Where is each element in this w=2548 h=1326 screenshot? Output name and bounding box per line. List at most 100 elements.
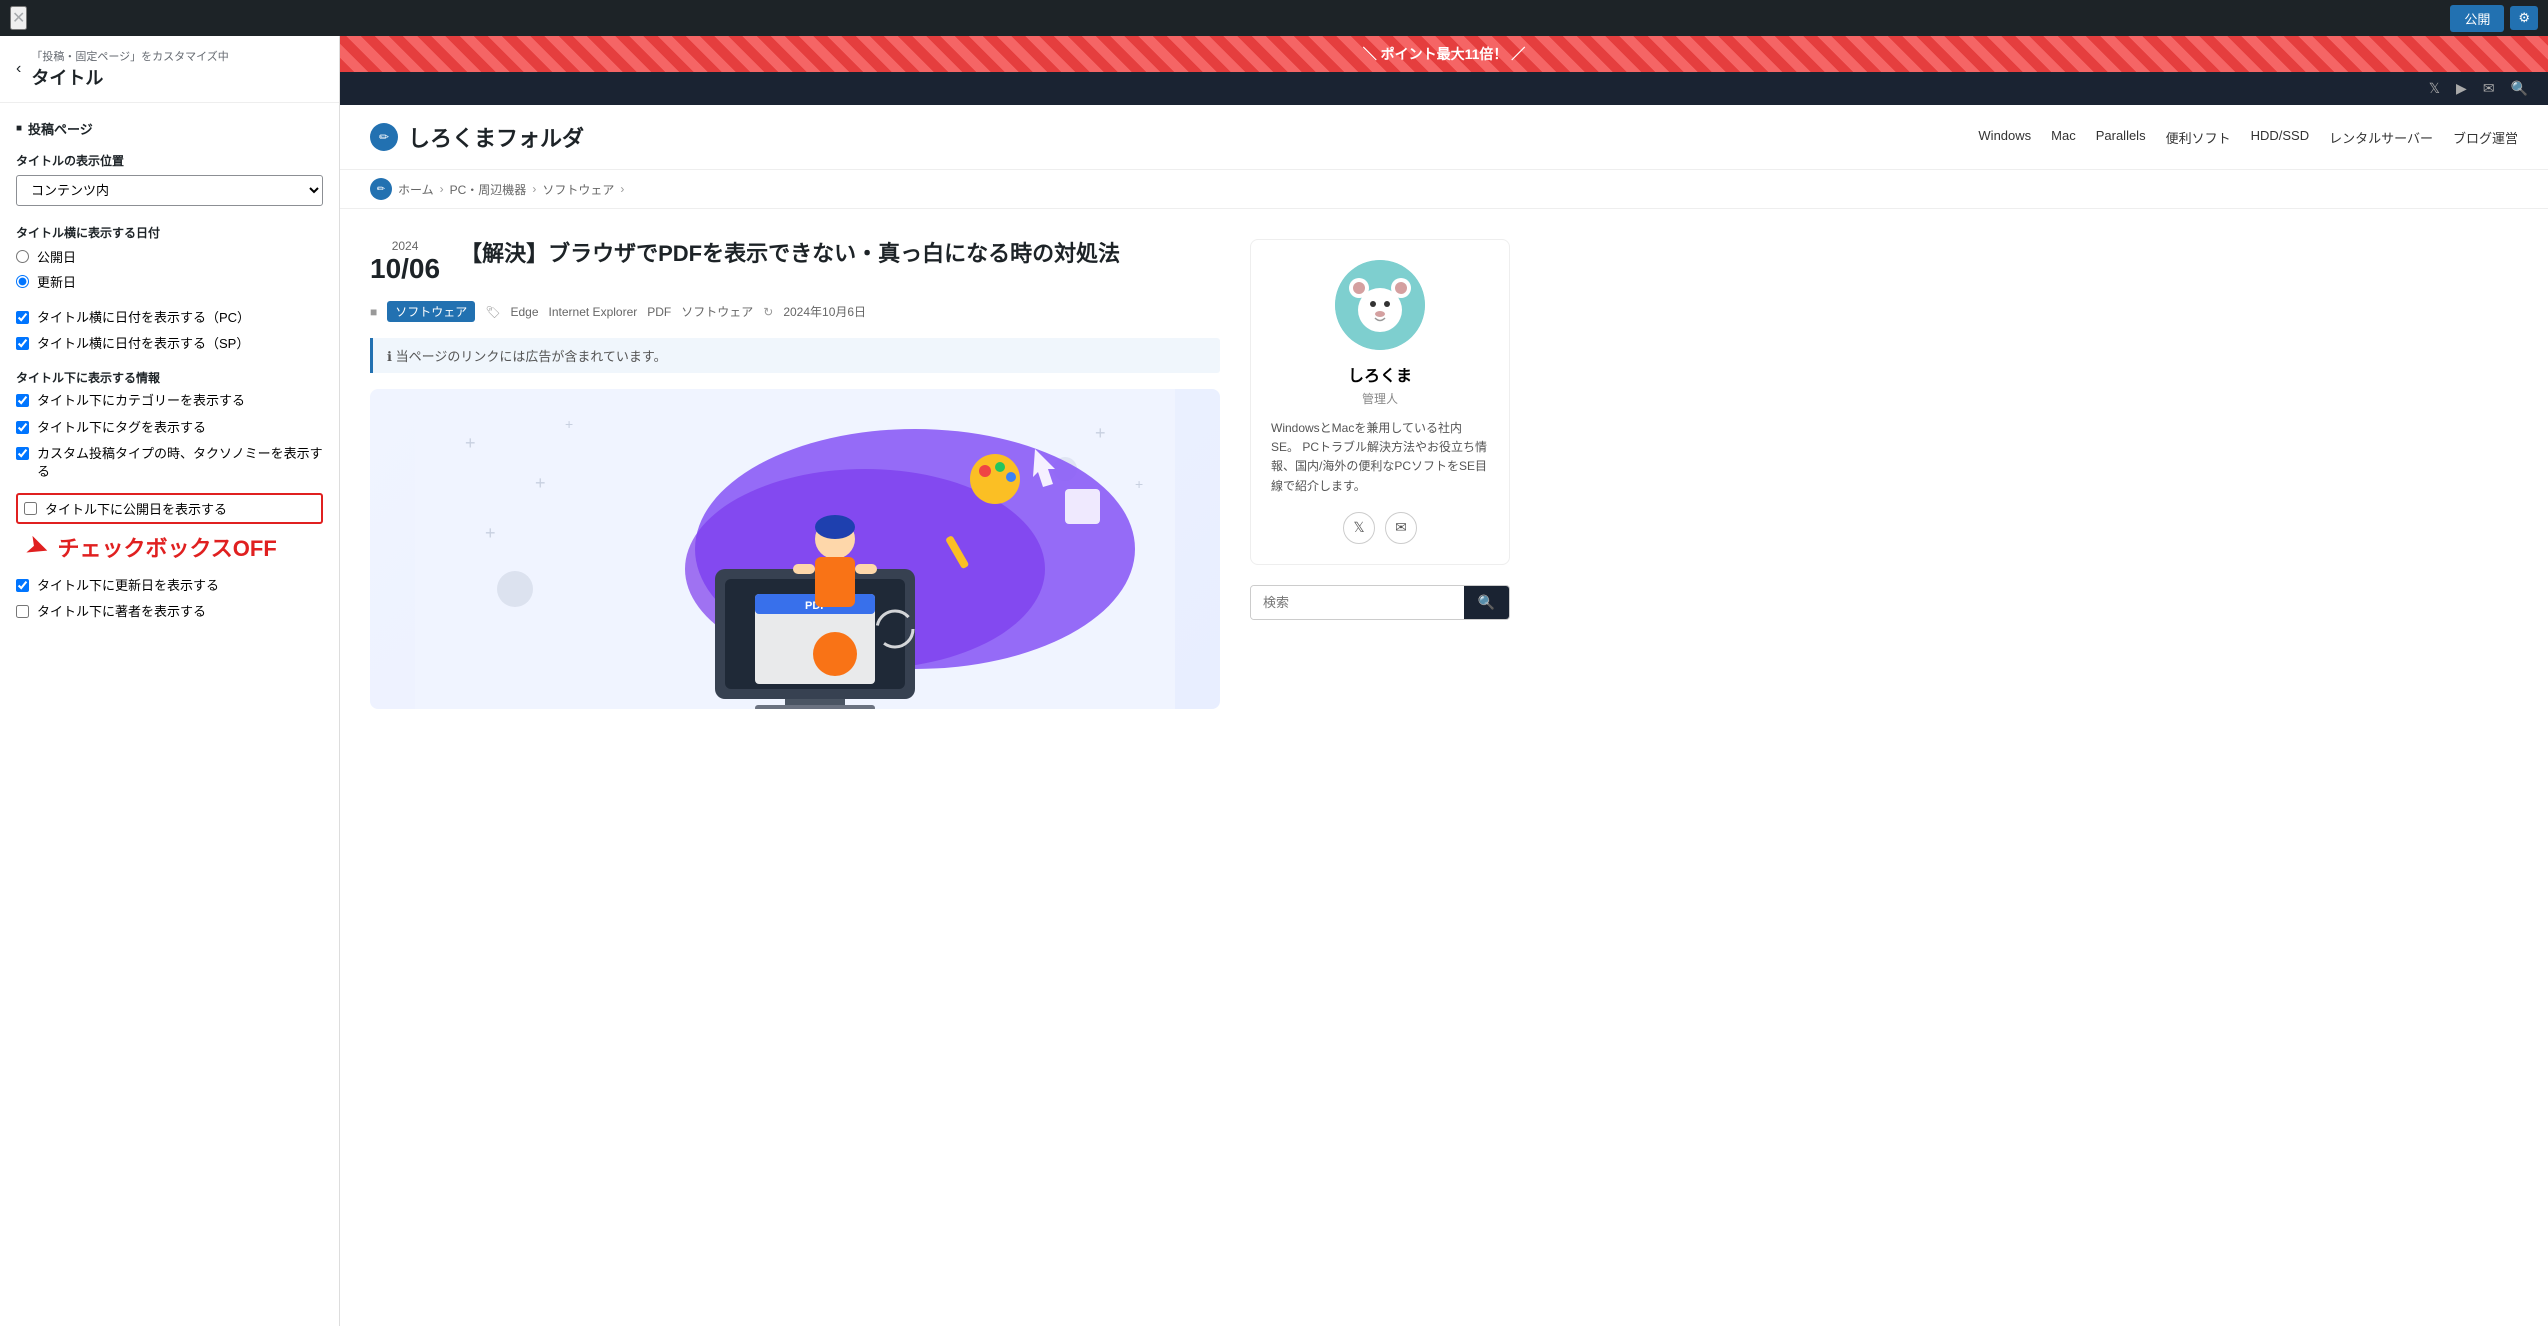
checkbox-update-date: タイトル下に更新日を表示する	[16, 577, 323, 595]
checkbox-update-date-label: タイトル下に更新日を表示する	[37, 577, 219, 595]
checkbox-author: タイトル下に著者を表示する	[16, 603, 323, 621]
sidebar-content: 投稿ページ タイトルの表示位置 コンテンツ内 タイトル横に表示する日付 公開日	[0, 103, 339, 656]
author-social: 𝕏 ✉	[1271, 512, 1489, 544]
tag-ie[interactable]: Internet Explorer	[549, 305, 638, 319]
below-title-group: タイトル下に表示する情報 タイトル下にカテゴリーを表示する タイトル下にタグを表…	[16, 369, 323, 621]
checkbox-publish-date-label: タイトル下に公開日を表示する	[45, 499, 227, 518]
article-wrapper: 2024 10/06 【解決】ブラウザでPDFを表示できない・真っ白になる時の対…	[340, 209, 1540, 739]
checkbox-pc: タイトル横に日付を表示する（PC）	[16, 309, 323, 327]
author-avatar	[1335, 260, 1425, 350]
top-nav-bar: 𝕏 ▶ ✉ 🔍	[340, 72, 2548, 105]
radio-publish: 公開日	[16, 247, 323, 266]
checkbox-tag-input[interactable]	[16, 421, 29, 434]
nav-mac[interactable]: Mac	[2051, 128, 2076, 147]
breadcrumb: ✏ ホーム › PC・周辺機器 › ソフトウェア ›	[340, 170, 2548, 209]
search-input[interactable]	[1251, 586, 1464, 619]
svg-text:+: +	[485, 523, 496, 543]
checkbox-sp-label: タイトル横に日付を表示する（SP）	[37, 335, 249, 353]
category-tag[interactable]: ソフトウェア	[387, 301, 475, 322]
article-date-day: 10/06	[370, 253, 440, 285]
svg-text:+: +	[1095, 423, 1106, 443]
breadcrumb-pc[interactable]: PC・周辺機器	[450, 181, 527, 198]
nav-hdd[interactable]: HDD/SSD	[2251, 128, 2310, 147]
author-mail-icon[interactable]: ✉	[1385, 512, 1417, 544]
checkbox-pc-input[interactable]	[16, 311, 29, 324]
site-logo-name: しろくまフォルダ	[408, 121, 584, 153]
nav-rental[interactable]: レンタルサーバー	[2329, 128, 2433, 147]
author-card: しろくま 管理人 WindowsとMacを兼用している社内SE。 PCトラブル解…	[1250, 239, 1510, 565]
site-header: ✏ しろくまフォルダ Windows Mac Parallels 便利ソフト H…	[340, 105, 2548, 170]
top-banner: ＼ ポイント最大11倍！ ／	[340, 36, 2548, 72]
close-button[interactable]: ✕	[10, 6, 27, 30]
breadcrumb-software[interactable]: ソフトウェア	[542, 181, 614, 198]
checkbox-tag-label: タイトル下にタグを表示する	[37, 419, 206, 437]
breadcrumb-home[interactable]: ホーム	[398, 181, 434, 198]
radio-publish-input[interactable]	[16, 250, 29, 263]
update-icon: ↻	[763, 305, 773, 319]
arrow-icon: ➤	[21, 527, 54, 566]
radio-updated-label: 更新日	[37, 272, 76, 291]
preview-area: ＼ ポイント最大11倍！ ／ 𝕏 ▶ ✉ 🔍 ✏ しろくまフォルダ Window…	[340, 36, 2548, 1326]
checkbox-category-input[interactable]	[16, 394, 29, 407]
main-layout: ‹ 「投稿・固定ページ」をカスタマイズ中 タイトル 投稿ページ タイトルの表示位…	[0, 36, 2548, 1326]
checkbox-update-date-input[interactable]	[16, 579, 29, 592]
display-position-group: タイトルの表示位置 コンテンツ内	[16, 152, 323, 206]
checkbox-taxonomy: カスタム投稿タイプの時、タクソノミーを表示する	[16, 445, 323, 481]
nav-windows[interactable]: Windows	[1978, 128, 2031, 147]
checkbox-publish-date-input[interactable]	[24, 502, 37, 515]
admin-bar: ✕ 公開 ⚙	[0, 0, 2548, 36]
checkbox-publish-date-wrapper: タイトル下に公開日を表示する ➤ チェックボックスOFF	[16, 493, 323, 563]
sidebar-breadcrumb: 「投稿・固定ページ」をカスタマイズ中	[31, 48, 228, 64]
back-button[interactable]: ‹	[16, 60, 21, 78]
checkbox-sp-input[interactable]	[16, 337, 29, 350]
checkbox-category: タイトル下にカテゴリーを表示する	[16, 392, 323, 410]
date-group: タイトル横に表示する日付 公開日 更新日	[16, 224, 323, 291]
mail-icon[interactable]: ✉	[2483, 80, 2495, 97]
publish-button[interactable]: 公開	[2450, 5, 2504, 32]
nav-benri[interactable]: 便利ソフト	[2166, 128, 2231, 147]
date-label: タイトル横に表示する日付	[16, 224, 323, 241]
breadcrumb-sep-2: ›	[532, 182, 536, 196]
checkbox-taxonomy-input[interactable]	[16, 447, 29, 460]
breadcrumb-edit-icon[interactable]: ✏	[370, 178, 392, 200]
checkbox-author-label: タイトル下に著者を表示する	[37, 603, 206, 621]
rss-icon[interactable]: ▶	[2456, 80, 2467, 97]
search-box: 🔍	[1250, 585, 1510, 620]
radio-updated-input[interactable]	[16, 275, 29, 288]
author-role: 管理人	[1271, 390, 1489, 407]
article-main: 2024 10/06 【解決】ブラウザでPDFを表示できない・真っ白になる時の対…	[370, 239, 1220, 709]
article-title: 【解決】ブラウザでPDFを表示できない・真っ白になる時の対処法	[460, 239, 1120, 285]
tag-edge[interactable]: Edge	[511, 305, 539, 319]
checkbox-sp: タイトル横に日付を表示する（SP）	[16, 335, 323, 353]
arrow-annotation: ➤ チェックボックスOFF	[26, 530, 323, 563]
svg-text:+: +	[565, 416, 573, 432]
display-position-select[interactable]: コンテンツ内	[16, 175, 323, 206]
breadcrumb-sep-3: ›	[620, 182, 624, 196]
site-nav: Windows Mac Parallels 便利ソフト HDD/SSD レンタル…	[1978, 128, 2518, 147]
display-position-label: タイトルの表示位置	[16, 152, 323, 169]
tag-icon: 🏷	[485, 305, 500, 319]
settings-button[interactable]: ⚙	[2510, 6, 2538, 30]
search-icon[interactable]: 🔍	[2511, 80, 2528, 97]
tag-software[interactable]: ソフトウェア	[681, 303, 753, 320]
checkbox-category-label: タイトル下にカテゴリーを表示する	[37, 392, 245, 410]
avatar-svg	[1335, 260, 1425, 350]
svg-text:+: +	[465, 433, 476, 453]
author-twitter-icon[interactable]: 𝕏	[1343, 512, 1375, 544]
search-button[interactable]: 🔍	[1464, 586, 1509, 619]
nav-blog[interactable]: ブログ運営	[2453, 128, 2518, 147]
article-meta: ■ ソフトウェア 🏷 Edge Internet Explorer PDF ソフ…	[370, 301, 1220, 322]
logo-edit-icon[interactable]: ✏	[370, 123, 398, 151]
title-date-checkbox-group: タイトル横に日付を表示する（PC） タイトル横に日付を表示する（SP）	[16, 309, 323, 353]
svg-text:+: +	[1135, 476, 1143, 492]
annotation-text: チェックボックスOFF	[57, 531, 276, 563]
section-label: 投稿ページ	[16, 119, 323, 138]
twitter-icon[interactable]: 𝕏	[2429, 80, 2440, 97]
notice-text: 当ページのリンクには広告が含まれています。	[396, 349, 667, 364]
article-image: + + + + + +	[370, 389, 1220, 709]
customizer-sidebar: ‹ 「投稿・固定ページ」をカスタマイズ中 タイトル 投稿ページ タイトルの表示位…	[0, 36, 340, 1326]
site-logo: ✏ しろくまフォルダ	[370, 121, 584, 153]
nav-parallels[interactable]: Parallels	[2096, 128, 2146, 147]
tag-pdf[interactable]: PDF	[647, 305, 671, 319]
checkbox-author-input[interactable]	[16, 605, 29, 618]
